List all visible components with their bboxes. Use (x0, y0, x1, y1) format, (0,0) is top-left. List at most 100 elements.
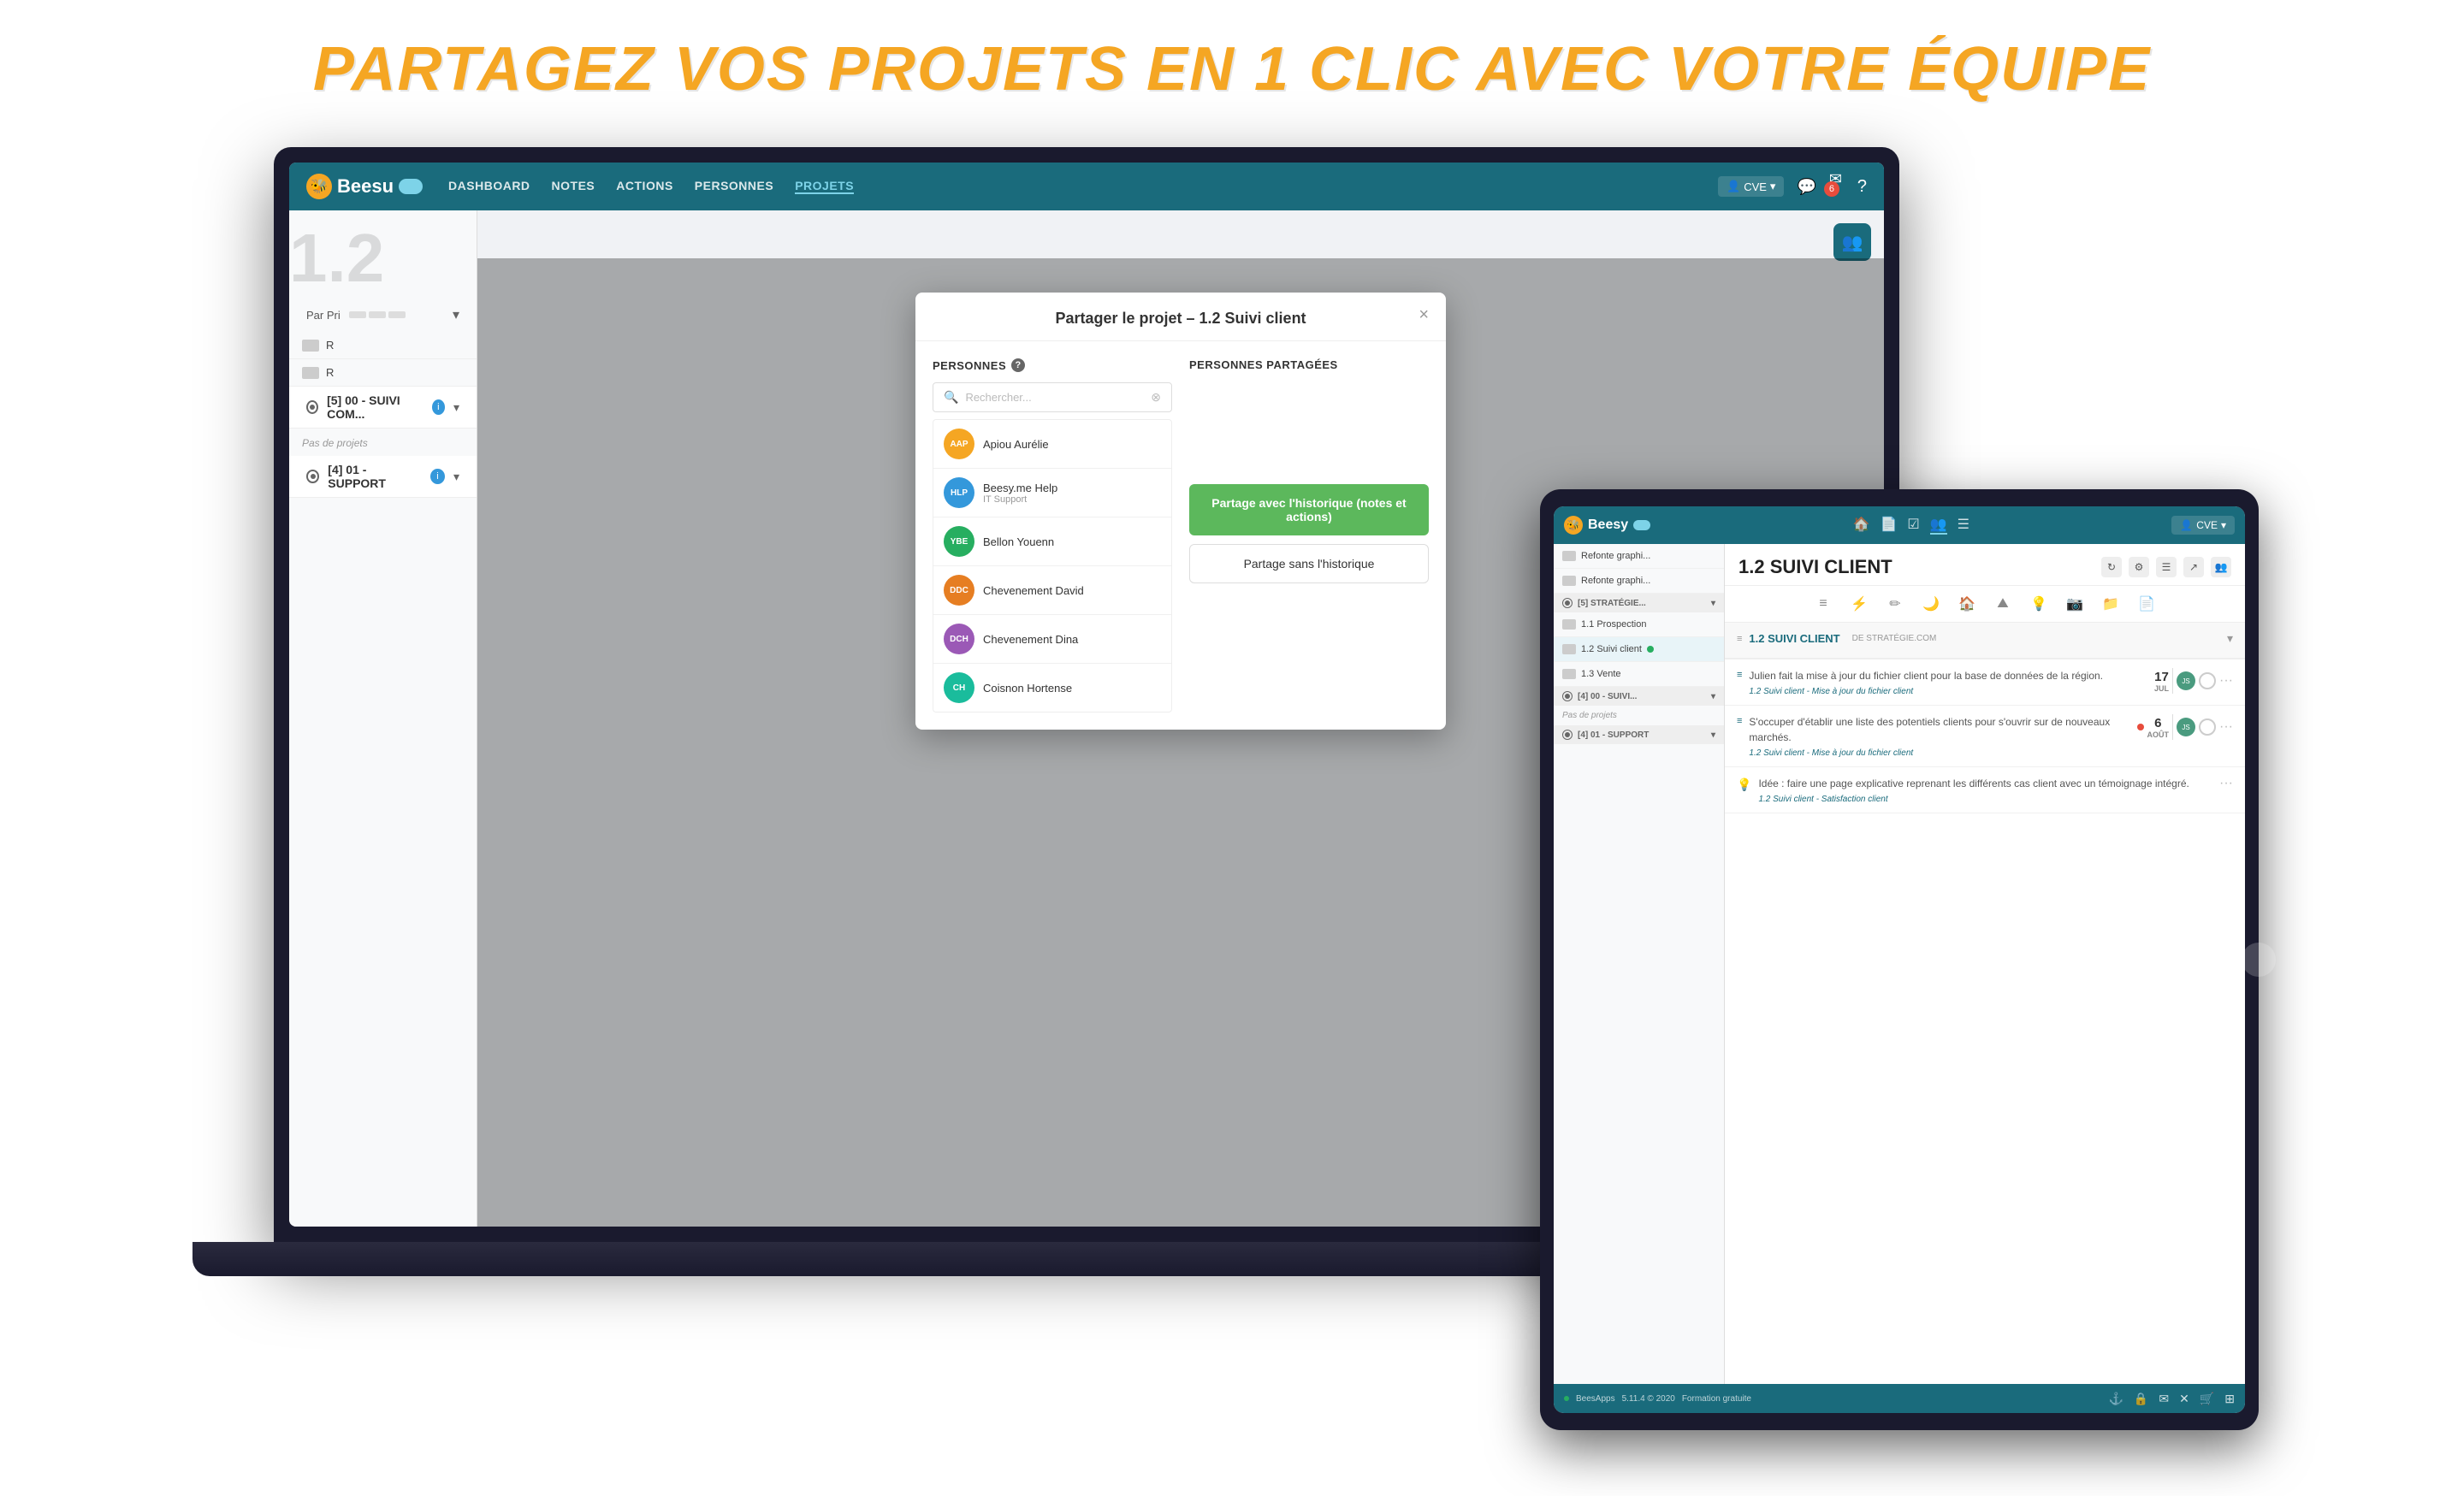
list-item[interactable]: DDC Chevenement David (933, 566, 1171, 615)
date-badge: 17 JUL (2154, 670, 2169, 693)
target-icon (306, 470, 319, 483)
section-header[interactable]: [4] 00 - SUIVI... ▾ (1554, 687, 1724, 706)
section-header[interactable]: [4] 01 - SUPPORT ▾ (1554, 725, 1724, 744)
task-circle[interactable] (2199, 718, 2216, 736)
section-label: [4] 00 - SUIVI... (1578, 692, 1637, 701)
user-label: CVE (1744, 180, 1767, 193)
target-icon (1562, 598, 1573, 608)
modal-body: PERSONNES ? 🔍 Rechercher... ⊗ (915, 341, 1446, 730)
check-icon[interactable]: ☑ (1907, 516, 1919, 535)
filter-btn[interactable]: ⚙ (2129, 557, 2149, 577)
note-icon-pencil[interactable]: ✏ (1884, 593, 1906, 615)
note-icon-doc[interactable]: 📄 (2135, 593, 2158, 615)
note-icon: ≡ (1737, 634, 1742, 644)
laptop-project-list: R R [5] 00 - SUIVI COM... (289, 332, 477, 500)
note-icon-person[interactable]: 🏠 (1956, 593, 1978, 615)
tablet-home-button[interactable] (2242, 943, 2276, 977)
note-content: S'occuper d'établir une liste des potent… (1749, 714, 2129, 745)
cart-icon[interactable]: 🛒 (2200, 1392, 2214, 1406)
chat-icon[interactable]: 💬 (1797, 178, 1815, 196)
share-with-history-button[interactable]: Partage avec l'historique (notes et acti… (1189, 484, 1429, 535)
search-box[interactable]: 🔍 Rechercher... ⊗ (933, 382, 1172, 412)
section-header[interactable]: [5] STRATÉGIE... ▾ (1554, 594, 1724, 612)
more-icon[interactable]: ··· (2219, 719, 2233, 735)
list-view-btn[interactable]: ☰ (2156, 557, 2177, 577)
team-button[interactable]: 👥 (1833, 223, 1871, 261)
avatar: DDC (944, 575, 974, 606)
section-label: [4] 01 - SUPPORT (1578, 730, 1649, 740)
nav-notes[interactable]: NOTES (552, 179, 595, 194)
grid-icon (1562, 576, 1576, 586)
list-item[interactable]: DCH Chevenement Dina (933, 615, 1171, 664)
more-icon[interactable]: ··· (2219, 673, 2233, 689)
note-icon-folder[interactable]: 📁 (2100, 593, 2122, 615)
more-icon[interactable]: ··· (2219, 776, 2233, 791)
close-icon[interactable]: ✕ (2179, 1392, 2189, 1406)
list-item[interactable]: YBE Bellon Youenn (933, 517, 1171, 566)
nav-actions[interactable]: ACTIONS (616, 179, 673, 194)
list-item[interactable]: [4] 01 - SUPPORT i ▾ (289, 456, 477, 498)
list-item[interactable]: AAP Apiou Aurélie (933, 420, 1171, 469)
filter-row: Par Pri ▾ (289, 298, 477, 332)
list-item[interactable]: Refonte graphi... (1554, 544, 1724, 569)
clear-icon[interactable]: ⊗ (1151, 390, 1161, 405)
list-item[interactable]: Refonte graphi... (1554, 569, 1724, 594)
persons-icon[interactable]: 👥 (1930, 516, 1947, 535)
note-item: 💡 Idée : faire une page explicative repr… (1725, 767, 2245, 813)
help-icon[interactable]: ? (1011, 358, 1025, 372)
grid-icon[interactable]: ⊞ (2224, 1392, 2235, 1406)
list-item[interactable]: CH Coisnon Hortense (933, 664, 1171, 712)
note-icon-list[interactable]: ≡ (1812, 593, 1834, 615)
filter-expand-icon[interactable]: ▾ (453, 306, 459, 323)
list-item[interactable]: 1.3 Vente (1554, 662, 1724, 687)
section-title: [5] 00 - SUIVI COM... (327, 393, 424, 421)
nav-personnes[interactable]: PERSONNES (695, 179, 773, 194)
nav-dashboard[interactable]: DASHBOARD (448, 179, 530, 194)
group-btn[interactable]: 👥 (2211, 557, 2231, 577)
user-icon: 👤 (1727, 180, 1740, 193)
tablet-header-icons: ↻ ⚙ ☰ ↗ 👥 (2101, 557, 2231, 577)
info-icon: i (432, 399, 445, 415)
lock-icon[interactable]: 🔒 (2134, 1392, 2148, 1406)
note-icon-bulb[interactable]: 💡 (2028, 593, 2050, 615)
mail-icon[interactable]: ✉ (2159, 1392, 2169, 1406)
anchor-icon[interactable]: ⚓ (2108, 1392, 2123, 1406)
list-item[interactable]: 1.2 Suivi client (1554, 637, 1724, 662)
share-without-history-button[interactable]: Partage sans l'historique (1189, 544, 1429, 583)
nav-projets[interactable]: PROJETS (795, 179, 854, 194)
user-menu-btn[interactable]: 👤 CVE ▾ (1718, 176, 1784, 197)
note-icon-filter[interactable]: ⚡ (1848, 593, 1870, 615)
person-info: Beesy.me Help IT Support (983, 482, 1161, 505)
shared-persons-title: PERSONNES PARTAGÉES (1189, 358, 1429, 371)
tablet-main: Refonte graphi... Refonte graphi... [5] … (1554, 544, 2245, 1384)
item-label: 1.1 Prospection (1581, 619, 1646, 630)
help-icon[interactable]: ? (1857, 177, 1867, 197)
chevron-down-icon: ▾ (1711, 692, 1715, 701)
share-btn[interactable]: ↗ (2183, 557, 2204, 577)
list-item[interactable]: R (289, 332, 477, 359)
expand-icon[interactable]: ▾ (2227, 631, 2233, 646)
document-icon[interactable]: 📄 (1880, 516, 1897, 535)
note-icon-mountain[interactable]: ⛰ (1992, 593, 2014, 615)
home-icon[interactable]: 🏠 (1853, 516, 1870, 535)
notif-wrapper: ✉ 6 (1829, 170, 1845, 204)
list-item[interactable]: R (289, 359, 477, 387)
list-item[interactable]: HLP Beesy.me Help IT Support (933, 469, 1171, 517)
devices-container: 🐝 Beesu DASHBOARD NOTES ACTIONS PERSONNE… (205, 147, 2259, 1430)
note-icon-moon[interactable]: 🌙 (1920, 593, 1942, 615)
no-projects-label: Pas de projets (1554, 706, 1724, 725)
tablet-bottom-bar: BeesApps 5.11.4 © 2020 Formation gratuit… (1554, 1384, 2245, 1413)
list-icon[interactable]: ☰ (1958, 516, 1969, 535)
list-item[interactable]: 1.1 Prospection (1554, 612, 1724, 637)
tablet-bottom-brand: BeesApps (1576, 1394, 1615, 1404)
tablet-navbar: 🐝 Beesy 🏠 📄 ☑ 👥 ☰ 👤 CVE ▾ (1554, 506, 2245, 544)
list-item[interactable]: [5] 00 - SUIVI COM... i ▾ (289, 387, 477, 429)
notes-list: ≡ 1.2 SUIVI CLIENT DE STRATÉGIE.COM ▾ ≡ (1725, 623, 2245, 813)
tablet-user-btn[interactable]: 👤 CVE ▾ (2171, 516, 2235, 535)
refresh-btn[interactable]: ↻ (2101, 557, 2122, 577)
task-circle[interactable] (2199, 672, 2216, 689)
note-icon-camera[interactable]: 📷 (2064, 593, 2086, 615)
cloud-icon (399, 179, 423, 194)
modal-close-button[interactable]: × (1419, 305, 1429, 325)
person-info: Apiou Aurélie (983, 438, 1161, 451)
